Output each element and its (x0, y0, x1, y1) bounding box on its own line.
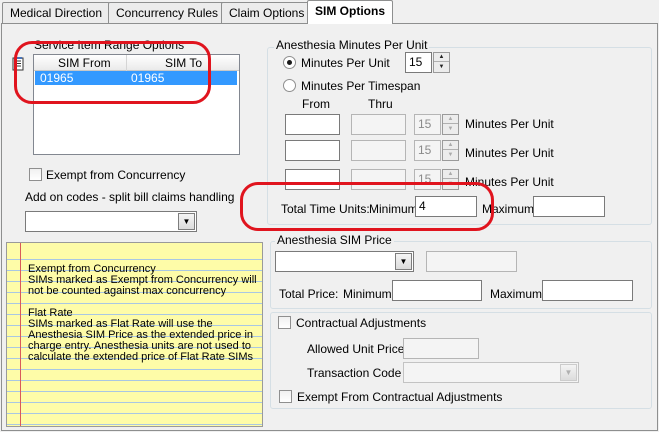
timespan-minutes-input-1[interactable]: 15 (414, 114, 441, 135)
timespan-from-input-2[interactable] (285, 140, 340, 161)
tab-concurrency-rules[interactable]: Concurrency Rules (108, 2, 227, 23)
total-price-maximum-input[interactable] (542, 280, 633, 301)
minutes-per-unit-radio[interactable] (283, 56, 296, 69)
notes-icon[interactable] (10, 56, 26, 72)
timespan-thru-input-1[interactable] (351, 114, 406, 135)
total-price-minimum-input[interactable] (392, 280, 482, 301)
spin-down-icon[interactable]: ▼ (443, 180, 458, 189)
chevron-down-icon[interactable]: ▼ (395, 253, 412, 270)
timespan-from-input-3[interactable] (285, 169, 340, 190)
sim-price-input[interactable] (426, 251, 517, 272)
total-time-units-minimum-input[interactable]: 4 (415, 196, 477, 217)
total-price-label: Total Price: (279, 287, 339, 301)
sim-range-list[interactable]: SIM From SIM To 01965 01965 (33, 54, 240, 155)
spin-up-icon[interactable]: ▲ (434, 53, 449, 62)
exempt-contractual-checkbox[interactable] (279, 390, 292, 403)
transaction-code-dropdown[interactable]: ▼ (403, 362, 579, 383)
spin-down-icon[interactable]: ▼ (434, 63, 449, 72)
contractual-adjustments-label: Contractual Adjustments (296, 316, 427, 330)
notes-pad: Exempt from Concurrency SIMs marked as E… (6, 242, 263, 427)
minutes-per-unit-spinner[interactable]: ▲ ▼ (433, 52, 450, 73)
timespan-minutes-input-3[interactable]: 15 (414, 169, 441, 190)
notes-text: Exempt from Concurrency SIMs marked as E… (28, 263, 257, 363)
contractual-adjustments-checkbox[interactable] (278, 316, 291, 329)
timespan-suffix-3: Minutes Per Unit (465, 175, 554, 189)
tab-claim-options[interactable]: Claim Options (221, 2, 313, 23)
column-header-sim-to[interactable]: SIM To (128, 55, 239, 71)
sim-price-type-dropdown[interactable]: ▼ (275, 251, 414, 272)
list-header: SIM From SIM To (34, 55, 239, 71)
spin-up-icon[interactable]: ▲ (443, 141, 458, 150)
timespan-from-input-1[interactable] (285, 114, 340, 135)
table-row[interactable]: 01965 01965 (35, 71, 237, 85)
spin-down-icon[interactable]: ▼ (443, 125, 458, 134)
timespan-minutes-spinner-2[interactable]: ▲ ▼ (442, 140, 459, 161)
timespan-minutes-spinner-3[interactable]: ▲ ▼ (442, 169, 459, 190)
spin-up-icon[interactable]: ▲ (443, 115, 458, 124)
timespan-thru-input-2[interactable] (351, 140, 406, 161)
minutes-per-timespan-label: Minutes Per Timespan (301, 79, 421, 93)
anesthesia-minutes-title: Anesthesia Minutes Per Unit (274, 38, 430, 52)
sim-price-title: Anesthesia SIM Price (275, 233, 394, 247)
chevron-down-icon[interactable]: ▼ (560, 364, 577, 381)
sim-from-cell: 01965 (40, 71, 74, 85)
total-time-units-label: Total Time Units: (281, 202, 370, 216)
sim-to-cell: 01965 (131, 71, 165, 85)
allowed-unit-price-input[interactable] (403, 338, 479, 359)
timespan-suffix-1: Minutes Per Unit (465, 117, 554, 131)
total-time-units-maximum-input[interactable] (533, 196, 605, 217)
chevron-down-icon[interactable]: ▼ (178, 213, 195, 230)
total-price-maximum-label: Maximum (490, 287, 543, 301)
thru-column-label: Thru (368, 97, 393, 111)
total-time-units-minimum-label: Minimum (369, 202, 418, 216)
notepad-margin-line (20, 243, 21, 426)
tab-medical-direction[interactable]: Medical Direction (2, 2, 111, 23)
total-price-minimum-label: Minimum (343, 287, 392, 301)
exempt-from-concurrency-checkbox[interactable] (29, 168, 42, 181)
spin-down-icon[interactable]: ▼ (443, 151, 458, 160)
column-header-sim-from[interactable]: SIM From (34, 55, 127, 71)
timespan-thru-input-3[interactable] (351, 169, 406, 190)
total-time-units-maximum-label: Maximum (482, 202, 535, 216)
add-on-codes-dropdown[interactable]: ▼ (25, 211, 197, 232)
exempt-from-concurrency-label: Exempt from Concurrency (46, 168, 186, 182)
exempt-contractual-label: Exempt From Contractual Adjustments (297, 390, 503, 404)
timespan-suffix-2: Minutes Per Unit (465, 146, 554, 160)
tab-sim-options[interactable]: SIM Options (307, 0, 393, 24)
service-item-range-title: Service Item Range Options (34, 38, 185, 52)
timespan-minutes-input-2[interactable]: 15 (414, 140, 441, 161)
transaction-code-label: Transaction Code (307, 366, 402, 380)
minutes-per-timespan-radio[interactable] (283, 79, 296, 92)
timespan-minutes-spinner-1[interactable]: ▲ ▼ (442, 114, 459, 135)
add-on-codes-label: Add on codes - split bill claims handlin… (25, 190, 235, 204)
from-column-label: From (302, 97, 330, 111)
minutes-per-unit-input[interactable]: 15 (405, 52, 432, 73)
minutes-per-unit-label: Minutes Per Unit (301, 56, 390, 70)
allowed-unit-price-label: Allowed Unit Price (307, 342, 405, 356)
spin-up-icon[interactable]: ▲ (443, 170, 458, 179)
